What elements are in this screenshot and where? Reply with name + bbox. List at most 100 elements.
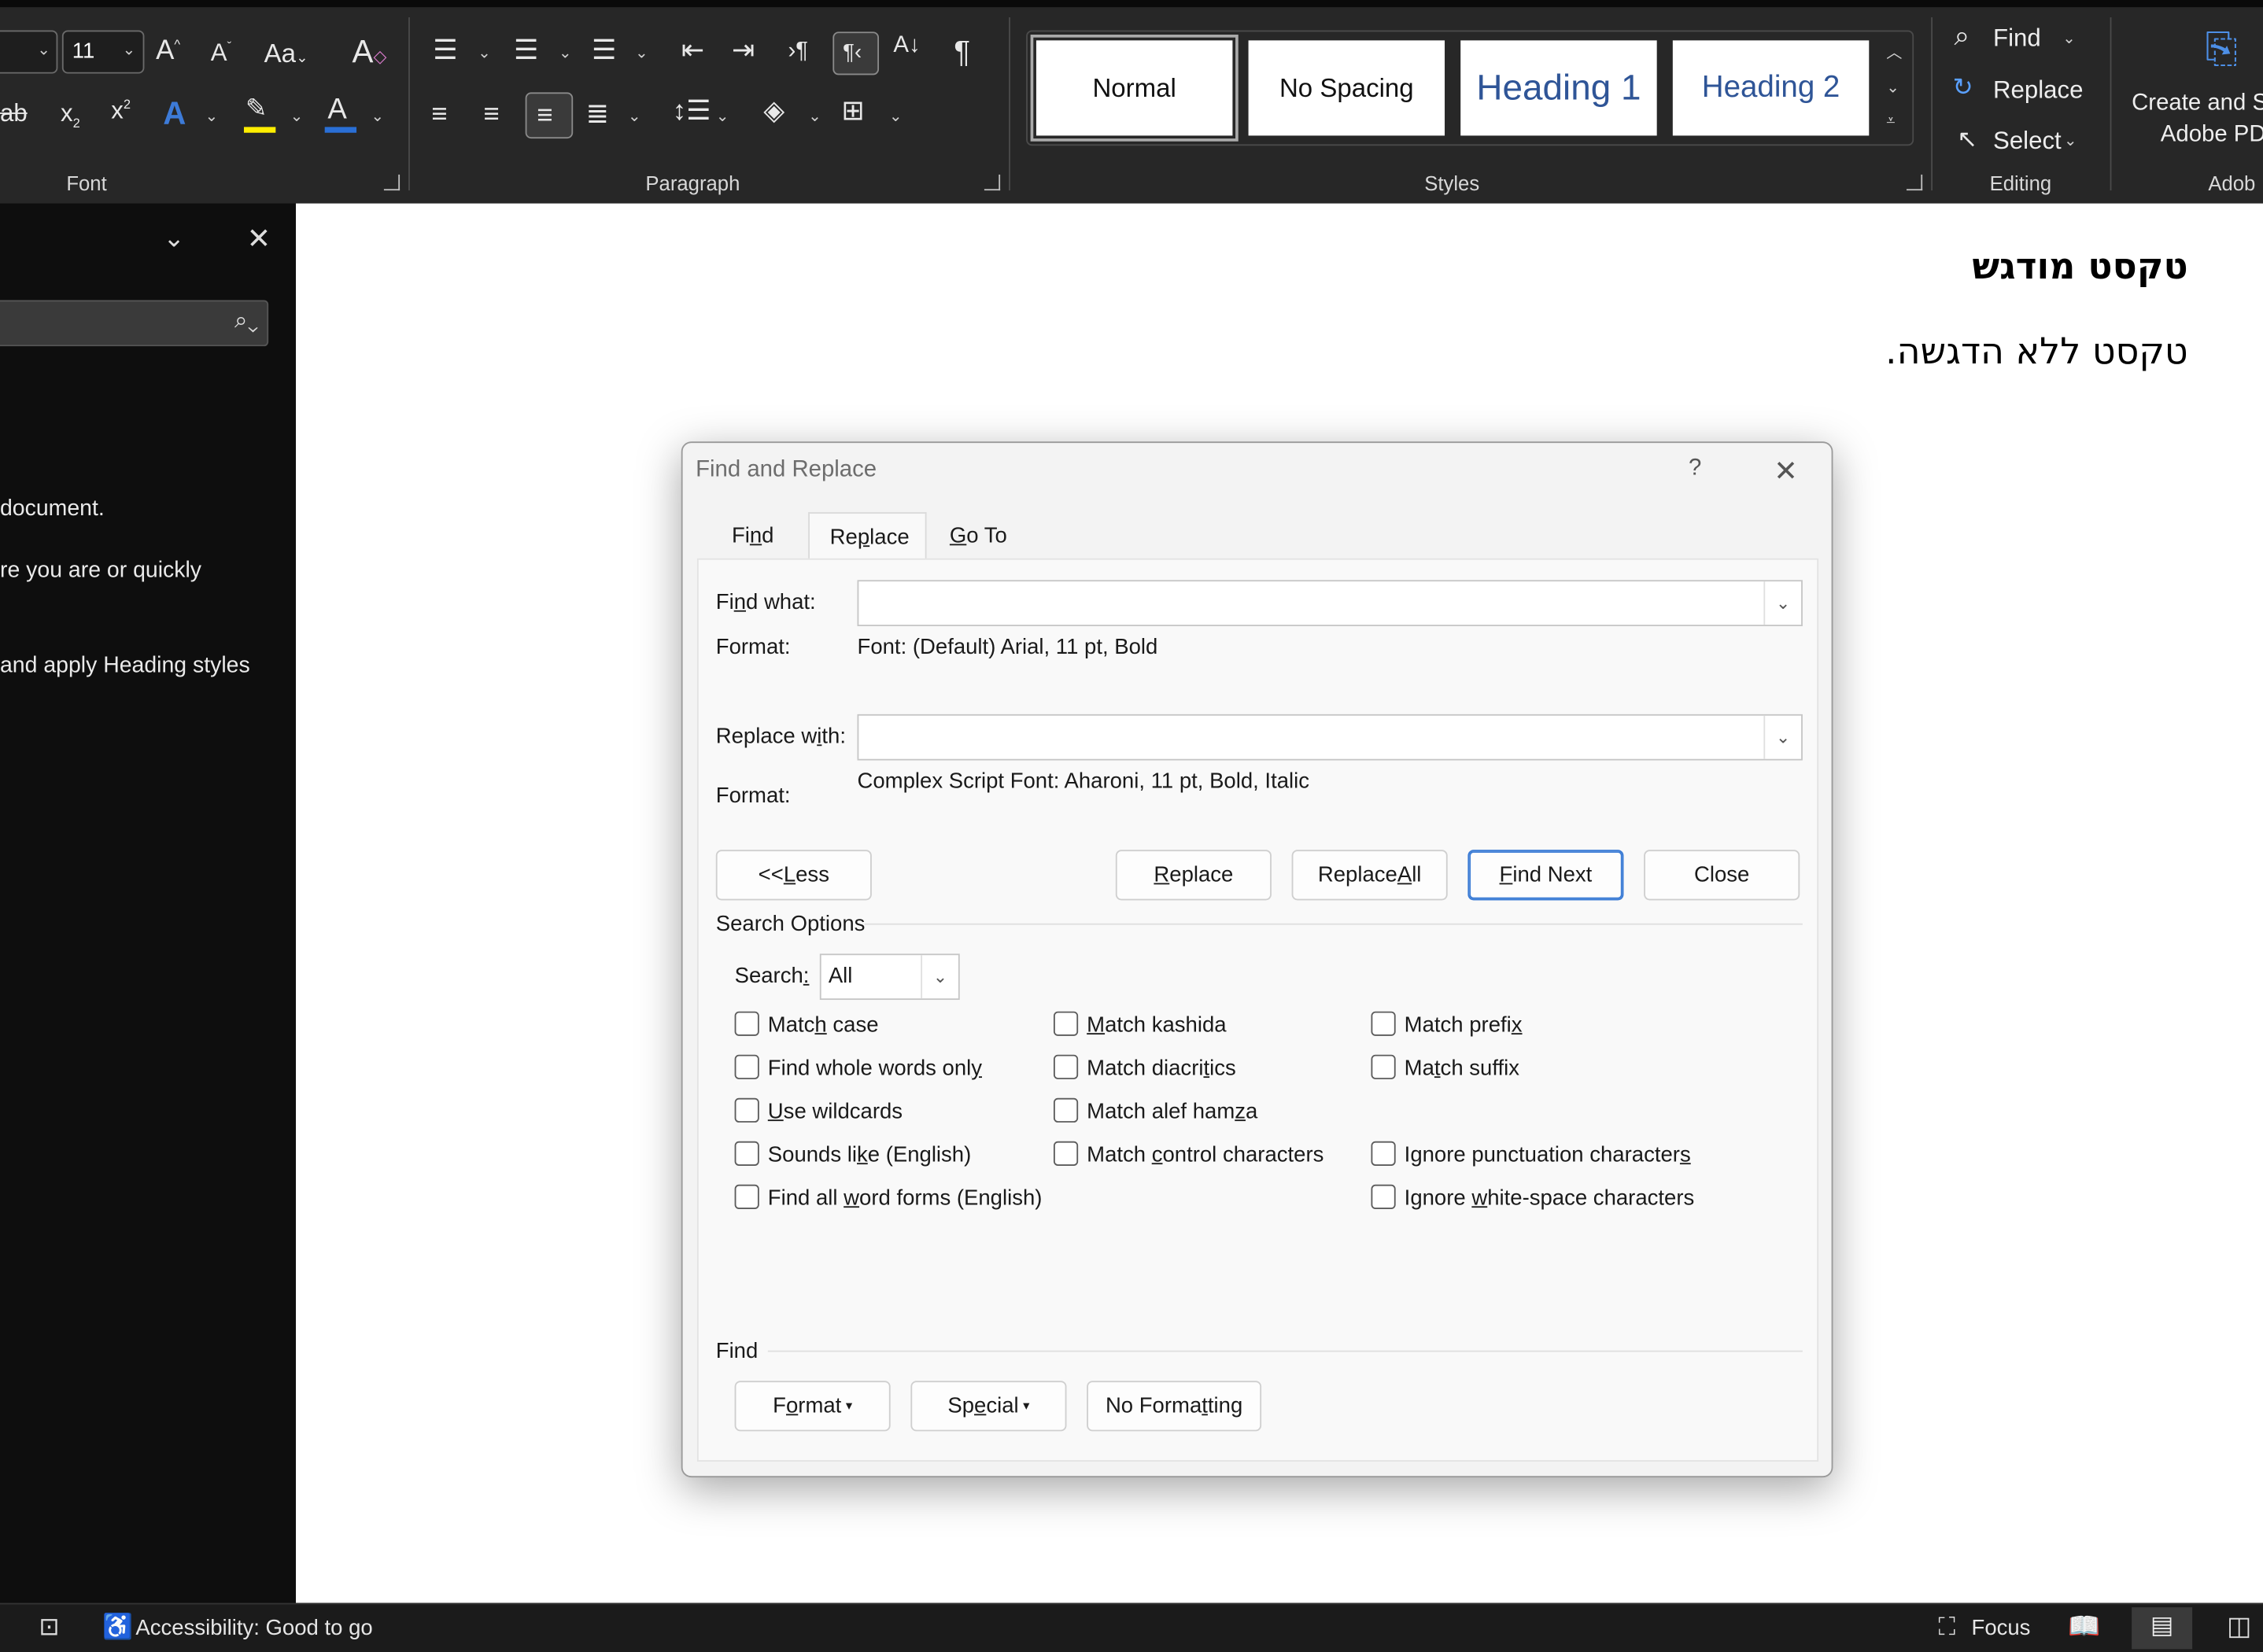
align-right-button[interactable]: ≡ [525, 92, 574, 139]
doc-line-regular[interactable]: טקסט ללא הדגשה. [1885, 330, 2188, 372]
help-icon[interactable]: ? [1689, 456, 1701, 482]
match-case-checkbox[interactable] [734, 1011, 759, 1036]
align-left-icon[interactable]: ≡ [431, 101, 447, 128]
control-chars-label[interactable]: Match control characters [1087, 1143, 1323, 1167]
superscript-icon[interactable]: x2 [111, 98, 131, 122]
replace-button[interactable]: Replace [1993, 76, 2083, 105]
font-name-combo[interactable]: ⌄ [0, 30, 58, 74]
prefix-checkbox[interactable] [1371, 1011, 1396, 1036]
alef-hamza-label[interactable]: Match alef hamza [1087, 1100, 1257, 1124]
search-direction-dropdown-icon[interactable]: ⌄ [921, 955, 958, 999]
select-dropdown-icon[interactable]: ⌄ [2064, 131, 2077, 150]
prefix-label[interactable]: Match prefix [1405, 1013, 1523, 1038]
adobe-create-line2[interactable]: Adobe PD [2161, 123, 2263, 149]
line-spacing-dropdown-icon[interactable]: ⌄ [716, 107, 729, 126]
wildcards-label[interactable]: Use wildcards [768, 1100, 903, 1124]
match-case-label[interactable]: Match case [768, 1013, 879, 1038]
select-button[interactable]: Select [1993, 127, 2062, 156]
highlight-icon[interactable]: ✎ [245, 95, 268, 121]
shrink-font-icon[interactable]: Aˇ [211, 40, 231, 65]
strikethrough-icon[interactable]: ab [0, 101, 28, 125]
align-center-icon[interactable]: ≡ [483, 101, 499, 128]
no-formatting-button[interactable]: No Forma t ting [1087, 1381, 1262, 1432]
replace-with-dropdown-icon[interactable]: ⌄ [1763, 715, 1801, 759]
close-icon[interactable]: ✕ [1774, 453, 1798, 489]
less-button[interactable]: << Less [715, 850, 872, 901]
web-layout-icon[interactable]: ◫ [2227, 1612, 2251, 1643]
shading-icon[interactable]: ◈ [763, 98, 784, 126]
increase-indent-icon[interactable]: ⇥ [732, 38, 755, 65]
multilevel-list-icon[interactable]: ☰ [592, 38, 616, 65]
find-what-input[interactable]: ⌄ [857, 580, 1803, 626]
gallery-scroll-down-icon[interactable]: ⌄ [1886, 78, 1899, 97]
find-next-button[interactable]: Find Next [1467, 850, 1624, 901]
replace-button[interactable]: Replace [1115, 850, 1272, 901]
nav-pane-options-icon[interactable]: ⌄ [163, 223, 185, 254]
focus-icon[interactable]: ⛶ [1938, 1613, 1955, 1643]
close-button[interactable]: Close [1644, 850, 1800, 901]
style-normal[interactable]: Normal [1030, 35, 1239, 142]
show-formatting-marks-icon[interactable]: ¶ [954, 38, 970, 68]
suffix-label[interactable]: Match suffix [1405, 1056, 1519, 1081]
change-case-icon[interactable]: Aa⌄ [264, 40, 308, 66]
tab-goto[interactable]: Go To [929, 512, 1027, 560]
replace-all-button[interactable]: Replace All [1291, 850, 1448, 901]
find-dropdown-icon[interactable]: ⌄ [2062, 29, 2076, 48]
bullets-icon[interactable]: ☰ [433, 38, 457, 65]
styles-dialog-launcher[interactable] [1906, 174, 1923, 191]
doc-line-bold[interactable]: טקסט מודגש [1972, 245, 2187, 287]
alef-hamza-checkbox[interactable] [1053, 1097, 1079, 1123]
wildcards-checkbox[interactable] [734, 1097, 759, 1123]
find-button[interactable]: Find [1993, 24, 2041, 53]
subscript-icon[interactable]: x2 [61, 101, 80, 130]
control-chars-checkbox[interactable] [1053, 1141, 1079, 1166]
font-color-dropdown-icon[interactable]: ⌄ [371, 107, 384, 126]
borders-icon[interactable]: ⊞ [841, 98, 864, 126]
replace-with-input[interactable]: ⌄ [857, 714, 1803, 761]
macro-recorder-icon[interactable]: ⊡ [39, 1613, 60, 1643]
font-size-combo[interactable]: 11 ⌄ [61, 30, 145, 74]
ignore-space-checkbox[interactable] [1371, 1184, 1396, 1209]
sort-icon[interactable]: A↓ [893, 34, 920, 57]
nav-search-icon[interactable]: ⌕⌄ [234, 308, 258, 334]
justify-dropdown-icon[interactable]: ⌄ [628, 107, 641, 126]
font-color-icon[interactable]: A [327, 95, 346, 124]
grow-font-icon[interactable]: A^ [156, 38, 180, 65]
numbering-dropdown-icon[interactable]: ⌄ [559, 43, 572, 62]
text-effects-icon[interactable]: A [163, 98, 186, 130]
style-heading-2[interactable]: Heading 2 [1672, 40, 1870, 136]
whole-words-label[interactable]: Find whole words only [768, 1056, 982, 1081]
ignore-space-label[interactable]: Ignore white-space characters [1405, 1186, 1695, 1211]
search-direction-select[interactable]: All ⌄ [819, 953, 960, 1001]
diacritics-checkbox[interactable] [1053, 1054, 1079, 1079]
diacritics-label[interactable]: Match diacritics [1087, 1056, 1236, 1081]
accessibility-icon[interactable]: ♿ [102, 1613, 133, 1643]
print-layout-button[interactable]: ▤ [2132, 1607, 2193, 1650]
kashida-label[interactable]: Match kashida [1087, 1013, 1226, 1038]
special-button[interactable]: Sp e cial ▾ [910, 1381, 1067, 1432]
word-forms-checkbox[interactable] [734, 1184, 759, 1209]
nav-pane-close-icon[interactable]: ✕ [247, 221, 271, 257]
font-dialog-launcher[interactable] [383, 174, 401, 191]
read-mode-icon[interactable]: 📖 [2068, 1612, 2100, 1643]
adobe-create-pdf-icon[interactable]: ⎘ [2206, 28, 2238, 69]
highlight-dropdown-icon[interactable]: ⌄ [290, 107, 304, 126]
focus-button[interactable]: Focus [1972, 1616, 2031, 1640]
ltr-direction-icon[interactable]: ›¶ [788, 39, 808, 63]
rtl-direction-button[interactable]: ¶‹ [832, 31, 880, 76]
format-button[interactable]: Fo rmat ▾ [734, 1381, 891, 1432]
style-heading-1[interactable]: Heading 1 [1460, 40, 1657, 136]
gallery-scroll-up-icon[interactable]: ︿ [1886, 40, 1902, 63]
style-no-spacing[interactable]: No Spacing [1248, 40, 1445, 136]
whole-words-checkbox[interactable] [734, 1054, 759, 1079]
multilevel-dropdown-icon[interactable]: ⌄ [635, 43, 648, 62]
decrease-indent-icon[interactable]: ⇤ [681, 38, 704, 65]
ignore-punct-label[interactable]: Ignore punctuation characters [1405, 1143, 1691, 1167]
gallery-more-icon[interactable]: ⩡ [1886, 112, 1895, 131]
sounds-like-checkbox[interactable] [734, 1141, 759, 1166]
word-forms-label[interactable]: Find all word forms (English) [768, 1186, 1043, 1211]
text-effects-dropdown-icon[interactable]: ⌄ [205, 107, 218, 126]
nav-search-input[interactable]: ⌕⌄ [0, 300, 269, 347]
accessibility-status[interactable]: Accessibility: Good to go [135, 1616, 372, 1640]
line-spacing-icon[interactable]: ↕☰ [673, 98, 711, 126]
